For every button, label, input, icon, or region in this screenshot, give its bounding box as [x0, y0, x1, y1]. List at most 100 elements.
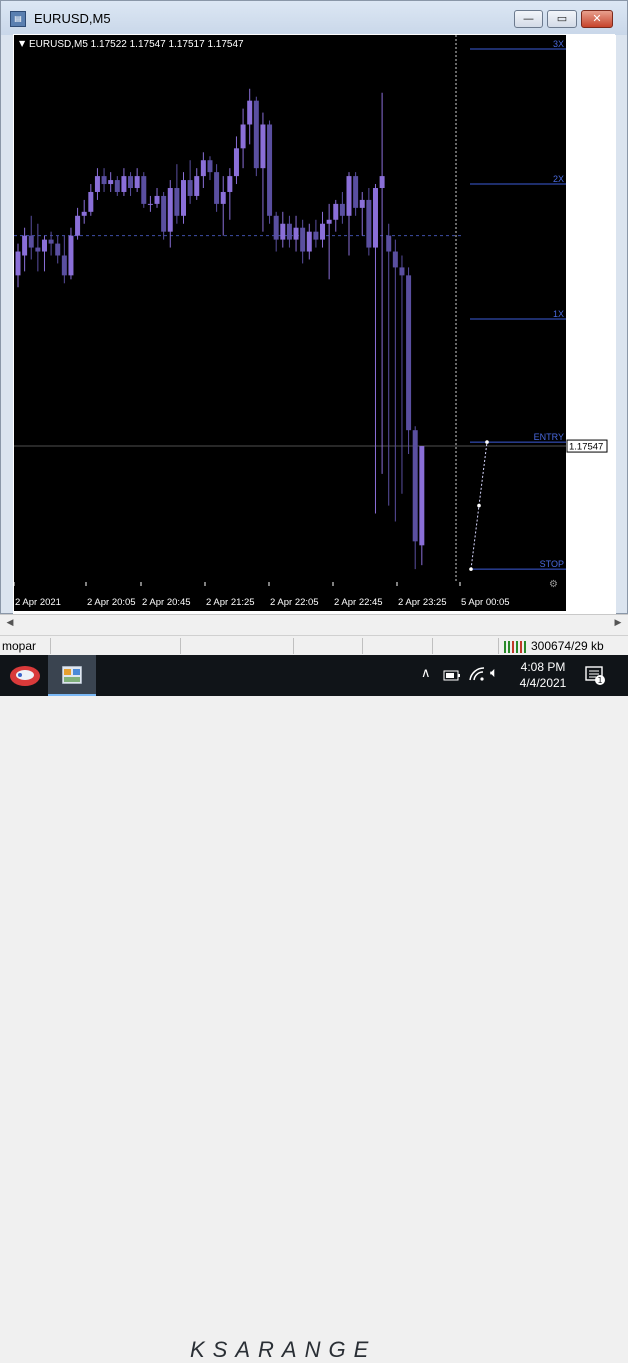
status-bar: mopar 300674/29 kb: [0, 635, 628, 655]
candle-body: [55, 243, 61, 256]
time-axis-label: 2 Apr 2021: [15, 597, 61, 608]
candle-body: [94, 176, 100, 192]
time-axis-label: 2 Apr 20:45: [142, 597, 191, 608]
candle-body: [366, 199, 372, 248]
terminal-app-icon: [62, 666, 82, 684]
start-logo-icon[interactable]: [8, 663, 42, 689]
price-axis-label: 1.17635: [571, 92, 605, 103]
system-clock[interactable]: 4:08 PM 4/4/2021: [508, 659, 578, 691]
price-axis-label: 1.17615: [571, 172, 605, 183]
taskbar: ∧ 🔈︎ 4:08 PM 4/4/2021 1 KSARANGE: [0, 655, 628, 1362]
candle-body: [200, 160, 206, 177]
candle-body: [220, 191, 226, 204]
candle-body: [75, 215, 81, 236]
candle-body: [406, 275, 412, 431]
candle-body: [68, 235, 74, 276]
trade-point: [477, 503, 481, 508]
price-axis-label: 1.17555: [571, 410, 605, 421]
candle-body: [147, 203, 153, 205]
candle-body: [61, 255, 67, 276]
candle-body: [101, 176, 107, 185]
candle-body: [379, 176, 385, 189]
price-axis-label: 1.17565: [571, 370, 605, 381]
trade-point: [469, 567, 473, 571]
symbol-menu-icon[interactable]: ▼: [19, 39, 26, 48]
price-axis-label: 1.17595: [571, 251, 605, 262]
notification-center-icon[interactable]: 1: [585, 666, 607, 686]
price-axis-label: 1.17625: [571, 132, 605, 143]
price-chart[interactable]: 3X 2X 1X ENTRY STOP ⚙ 1.17645 1.17635 1.17625 1.…: [13, 34, 615, 614]
candle-body: [326, 219, 332, 224]
candle-body: [392, 251, 398, 268]
volume-icon[interactable]: 🔈︎: [490, 665, 498, 681]
candle-body: [240, 124, 246, 149]
traffic-counter: 300674/29 kb: [531, 639, 604, 653]
window-title: EURUSD,M5: [34, 11, 111, 26]
horizontal-scrollbar[interactable]: ◀ ▶: [0, 614, 628, 631]
candle-body: [399, 267, 405, 276]
status-divider: [293, 638, 294, 654]
candle-body: [22, 235, 28, 256]
status-profile: mopar: [2, 639, 37, 653]
candle-body: [247, 100, 253, 125]
candle-body: [260, 124, 266, 169]
battery-icon[interactable]: [443, 668, 461, 682]
level-label: STOP: [540, 559, 564, 569]
candle-body: [412, 430, 418, 542]
candle-body: [167, 188, 173, 232]
minimize-button[interactable]: —: [514, 10, 543, 28]
price-axis-label: 1.17605: [571, 211, 605, 222]
time-axis-label: 2 Apr 23:25: [398, 597, 447, 608]
candle-body: [306, 231, 312, 252]
candle-body: [141, 176, 147, 204]
candle-body: [28, 235, 34, 248]
candle-body: [207, 160, 213, 173]
notification-count: 1: [597, 676, 602, 685]
candle-body: [15, 251, 21, 276]
candle-body: [353, 176, 359, 208]
candle-body: [35, 247, 41, 252]
candle-body: [372, 188, 378, 248]
candle-body: [41, 239, 47, 252]
connection-bars-icon: [504, 641, 526, 653]
candle-body: [161, 195, 167, 232]
level-label: 3X: [553, 39, 564, 49]
candle-body: [300, 227, 306, 252]
price-axis-label: 1.17585: [571, 291, 605, 302]
status-divider: [432, 638, 433, 654]
plot-area[interactable]: [14, 35, 566, 582]
candle-body: [128, 176, 134, 189]
price-axis-label: 1.17515: [571, 569, 605, 580]
watermark-text: KSARANGE: [190, 1337, 377, 1362]
candle-body: [108, 180, 114, 185]
candle-body: [333, 203, 339, 220]
candle-body: [233, 148, 239, 177]
price-axis-label: 1.17525: [571, 529, 605, 540]
candle-body: [81, 211, 87, 216]
trade-point: [485, 440, 489, 444]
candle-body: [227, 176, 233, 192]
scroll-left-icon[interactable]: ◀: [2, 615, 18, 631]
candle-body: [286, 223, 292, 240]
scroll-right-icon[interactable]: ▶: [610, 615, 626, 631]
price-axis-label: 1.17535: [571, 489, 605, 500]
candle-body: [273, 215, 279, 240]
candle-body: [386, 235, 392, 252]
wifi-icon[interactable]: [468, 666, 486, 682]
chart-header: EURUSD,M5 1.17522 1.17547 1.17517 1.1754…: [29, 39, 244, 50]
title-bar[interactable]: ▤ EURUSD,M5 — ▭ ✕: [1, 1, 627, 35]
object-list-icon: ⚙: [549, 579, 558, 590]
level-label: 2X: [553, 174, 564, 184]
level-label: ENTRY: [534, 432, 564, 442]
price-axis-label: 1.17575: [571, 330, 605, 341]
candle-body: [214, 172, 220, 204]
close-button[interactable]: ✕: [581, 10, 613, 28]
time-axis-label: 2 Apr 21:25: [206, 597, 255, 608]
candle-body: [359, 199, 365, 208]
level-label: 1X: [553, 309, 564, 319]
taskbar-app-terminal[interactable]: [48, 655, 96, 696]
tray-overflow-icon[interactable]: ∧: [421, 666, 431, 681]
maximize-button[interactable]: ▭: [547, 10, 577, 28]
candle-body: [154, 195, 160, 204]
candle-body: [134, 176, 140, 189]
